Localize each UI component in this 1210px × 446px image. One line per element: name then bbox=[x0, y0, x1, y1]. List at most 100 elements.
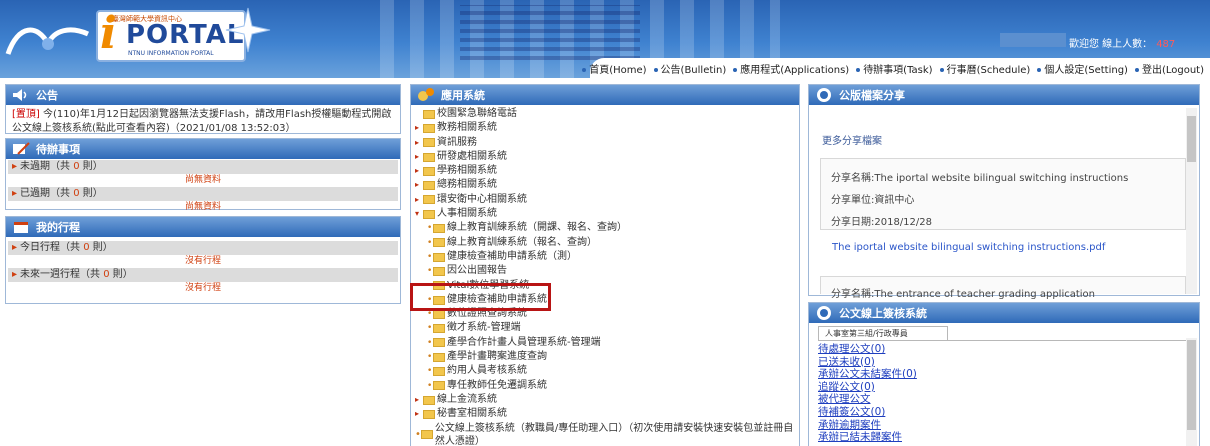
schedule-panel: 我的行程 ▸ 今日行程（共 0 則） 沒有行程 ▸ 未來一週行程（共 0 則） 沒有… bbox=[5, 216, 401, 304]
folder-icon bbox=[433, 252, 445, 262]
arrow-right-icon: ▸ bbox=[12, 242, 18, 253]
tree-item-label: 產學合作計畫人員管理系統-管理端 bbox=[447, 336, 601, 348]
tree-item-general-affairs[interactable]: ▸ 總務相關系統 bbox=[415, 178, 795, 192]
schedule-row-today[interactable]: ▸ 今日行程（共 0 則） bbox=[8, 241, 398, 255]
doc-link-proxy[interactable]: 被代理公文 bbox=[818, 393, 917, 406]
doc-scrollbar[interactable] bbox=[1186, 338, 1197, 446]
nav-schedule[interactable]: 行事曆(Schedule) bbox=[940, 61, 1031, 76]
welcome-label: 歡迎您 線上人數： bbox=[1069, 39, 1153, 50]
folder-icon bbox=[433, 309, 445, 319]
arrow-right-icon: ▸ bbox=[12, 269, 18, 280]
tree-item-label: 健康檢查補助申請系統（測） bbox=[447, 250, 577, 262]
folder-icon bbox=[423, 152, 435, 162]
folder-icon bbox=[423, 395, 435, 405]
nav-home[interactable]: 首頁(Home) bbox=[582, 61, 646, 76]
compass-star-icon bbox=[225, 7, 271, 53]
share-card-2: 分享名稱:The entrance of teacher grading app… bbox=[820, 276, 1186, 300]
todo-row-label: 未過期（共 bbox=[20, 161, 74, 172]
tree-item-personnel[interactable]: ▾ 人事相關系統 bbox=[415, 207, 795, 221]
calendar-icon bbox=[12, 219, 30, 235]
tree-subitem[interactable]: • 徵才系統-管理端 bbox=[427, 321, 795, 335]
doc-link-overdue[interactable]: 承辦逾期案件 bbox=[818, 419, 917, 432]
nav-setting[interactable]: 個人設定(Setting) bbox=[1037, 61, 1128, 76]
swoosh-logo-icon bbox=[5, 27, 90, 55]
doc-link-to-sign[interactable]: 待補簽公文(0) bbox=[818, 406, 917, 419]
announcement-panel: 公告 [置頂] 今(110)年1月12日起因瀏覽器無法支援Flash，請改用Fl… bbox=[5, 84, 401, 134]
share-card-1: 分享名稱:The iportal website bilingual switc… bbox=[820, 158, 1186, 230]
nav-logout[interactable]: 登出(Logout) bbox=[1135, 61, 1204, 76]
folder-icon bbox=[423, 166, 435, 176]
more-shared-files-link[interactable]: 更多分享檔案 bbox=[822, 132, 882, 147]
tree-subitem[interactable]: • 線上教育訓練系統（報名、查詢） bbox=[427, 236, 795, 250]
arrow-right-icon: ▸ bbox=[12, 188, 18, 199]
todo-row-unexpired[interactable]: ▸ 未過期（共 0 則） bbox=[8, 160, 398, 174]
caret-right-icon: ▸ bbox=[415, 151, 420, 161]
folder-open-icon bbox=[423, 209, 435, 219]
tree-subitem[interactable]: • 產學合作計畫人員管理系統-管理端 bbox=[427, 336, 795, 350]
scrollbar-thumb[interactable] bbox=[1187, 340, 1196, 430]
schedule-row-week[interactable]: ▸ 未來一週行程（共 0 則） bbox=[8, 268, 398, 282]
todo-title: 待辦事項 bbox=[36, 143, 80, 156]
tree-item-doc-signing[interactable]: • 公文線上簽核系統（教職員/專任助理入口）（初次使用請安裝快速安裝包並註冊自然人… bbox=[415, 422, 795, 446]
tree-subitem[interactable]: • 專任教師任免遷調系統 bbox=[427, 379, 795, 393]
tree-item-ehs[interactable]: ▸ 環安衛中心相關系統 bbox=[415, 193, 795, 207]
doc-role-tab[interactable]: 人事室第三組/行政專員 bbox=[818, 326, 948, 341]
tree-item-research[interactable]: ▸ 研發處相關系統 bbox=[415, 150, 795, 164]
globe-icon bbox=[815, 87, 833, 103]
doc-link-pending[interactable]: 待處理公文(0) bbox=[818, 343, 917, 356]
scrollbar-thumb[interactable] bbox=[1187, 116, 1196, 162]
todo-row-label: 已過期（共 bbox=[20, 188, 74, 199]
tree-item-academic[interactable]: ▸ 教務相關系統 bbox=[415, 121, 795, 135]
tree-item-payment[interactable]: ▸ 線上金流系統 bbox=[415, 393, 795, 407]
speaker-icon bbox=[12, 87, 30, 103]
portal-logo[interactable]: 臺灣師範大學資訊中心 i PORTAL NTNU INFORMATION POR… bbox=[4, 6, 274, 66]
doc-links-list: 待處理公文(0) 已送未收(0) 承辦公文未結案件(0) 追蹤公文(0) 被代理… bbox=[818, 343, 917, 444]
tree-subitem[interactable]: • 產學計畫聘案進度查詢 bbox=[427, 350, 795, 364]
highlight-box bbox=[410, 283, 551, 311]
user-name-redacted bbox=[1000, 33, 1066, 47]
tree-item-label: 產學計畫聘案進度查詢 bbox=[447, 351, 547, 363]
folder-icon bbox=[433, 266, 445, 276]
tree-item-label: 專任教師任免遷調系統 bbox=[447, 379, 547, 391]
caret-right-icon: ▸ bbox=[415, 137, 420, 147]
caret-right-icon: ▸ bbox=[415, 409, 420, 419]
nav-task[interactable]: 待辦事項(Task) bbox=[856, 61, 932, 76]
arrow-right-icon: ▸ bbox=[12, 161, 18, 172]
caret-right-icon: ▸ bbox=[415, 180, 420, 190]
gears-icon bbox=[417, 87, 435, 103]
todo-row-expired[interactable]: ▸ 已過期（共 0 則） bbox=[8, 187, 398, 201]
announcement-item[interactable]: [置頂] 今(110)年1月12日起因瀏覽器無法支援Flash，請改用Flash… bbox=[6, 105, 400, 139]
folder-icon bbox=[423, 181, 435, 191]
share-unit: 分享單位:資訊中心 bbox=[831, 195, 915, 206]
tree-item-label: 因公出國報告 bbox=[447, 265, 507, 277]
pinned-tag: [置頂] bbox=[12, 109, 40, 120]
tree-item-label: 校園緊急聯絡電話 bbox=[437, 108, 517, 119]
nav-bulletin[interactable]: 公告(Bulletin) bbox=[654, 61, 727, 76]
doc-link-open-cases[interactable]: 承辦公文未結案件(0) bbox=[818, 368, 917, 381]
doc-link-closed-unfiled[interactable]: 承辦已結未歸案件 bbox=[818, 431, 917, 444]
folder-icon bbox=[433, 352, 445, 362]
share-name: 分享名稱:The entrance of teacher grading app… bbox=[831, 289, 1095, 300]
tree-item-it-services[interactable]: ▸ 資訊服務 bbox=[415, 136, 795, 150]
schedule-title: 我的行程 bbox=[36, 221, 80, 234]
applications-title-bar: 應用系統 bbox=[411, 85, 799, 105]
doc-link-sent-unreceived[interactable]: 已送未收(0) bbox=[818, 356, 917, 369]
nav-applications[interactable]: 應用程式(Applications) bbox=[733, 61, 849, 76]
tree-item-secretariat[interactable]: ▸ 秘書室相關系統 bbox=[415, 407, 795, 421]
tree-subitem[interactable]: • 健康檢查補助申請系統（測） bbox=[427, 250, 795, 264]
header-decoration-2 bbox=[460, 5, 640, 60]
tree-item-emergency[interactable]: 校園緊急聯絡電話 bbox=[415, 107, 795, 121]
tree-item-student-affairs[interactable]: ▸ 學務相關系統 bbox=[415, 164, 795, 178]
tree-subitem[interactable]: • 約用人員考核系統 bbox=[427, 364, 795, 378]
share-file-link[interactable]: The iportal website bilingual switching … bbox=[832, 242, 1105, 253]
tree-subitem[interactable]: • 線上教育訓練系統（開課、報名、查詢） bbox=[427, 221, 795, 235]
doc-link-tracking[interactable]: 追蹤公文(0) bbox=[818, 381, 917, 394]
schedule-empty-text: 沒有行程 bbox=[184, 256, 221, 266]
folder-icon bbox=[433, 238, 445, 248]
tree-item-label: 總務相關系統 bbox=[437, 179, 497, 191]
tree-subitem[interactable]: • 因公出國報告 bbox=[427, 264, 795, 278]
schedule-row-label: 未來一週行程（共 bbox=[20, 269, 104, 280]
site-header: 臺灣師範大學資訊中心 i PORTAL NTNU INFORMATION POR… bbox=[0, 0, 1210, 78]
share-scrollbar[interactable] bbox=[1186, 108, 1197, 294]
folder-icon bbox=[433, 381, 445, 391]
